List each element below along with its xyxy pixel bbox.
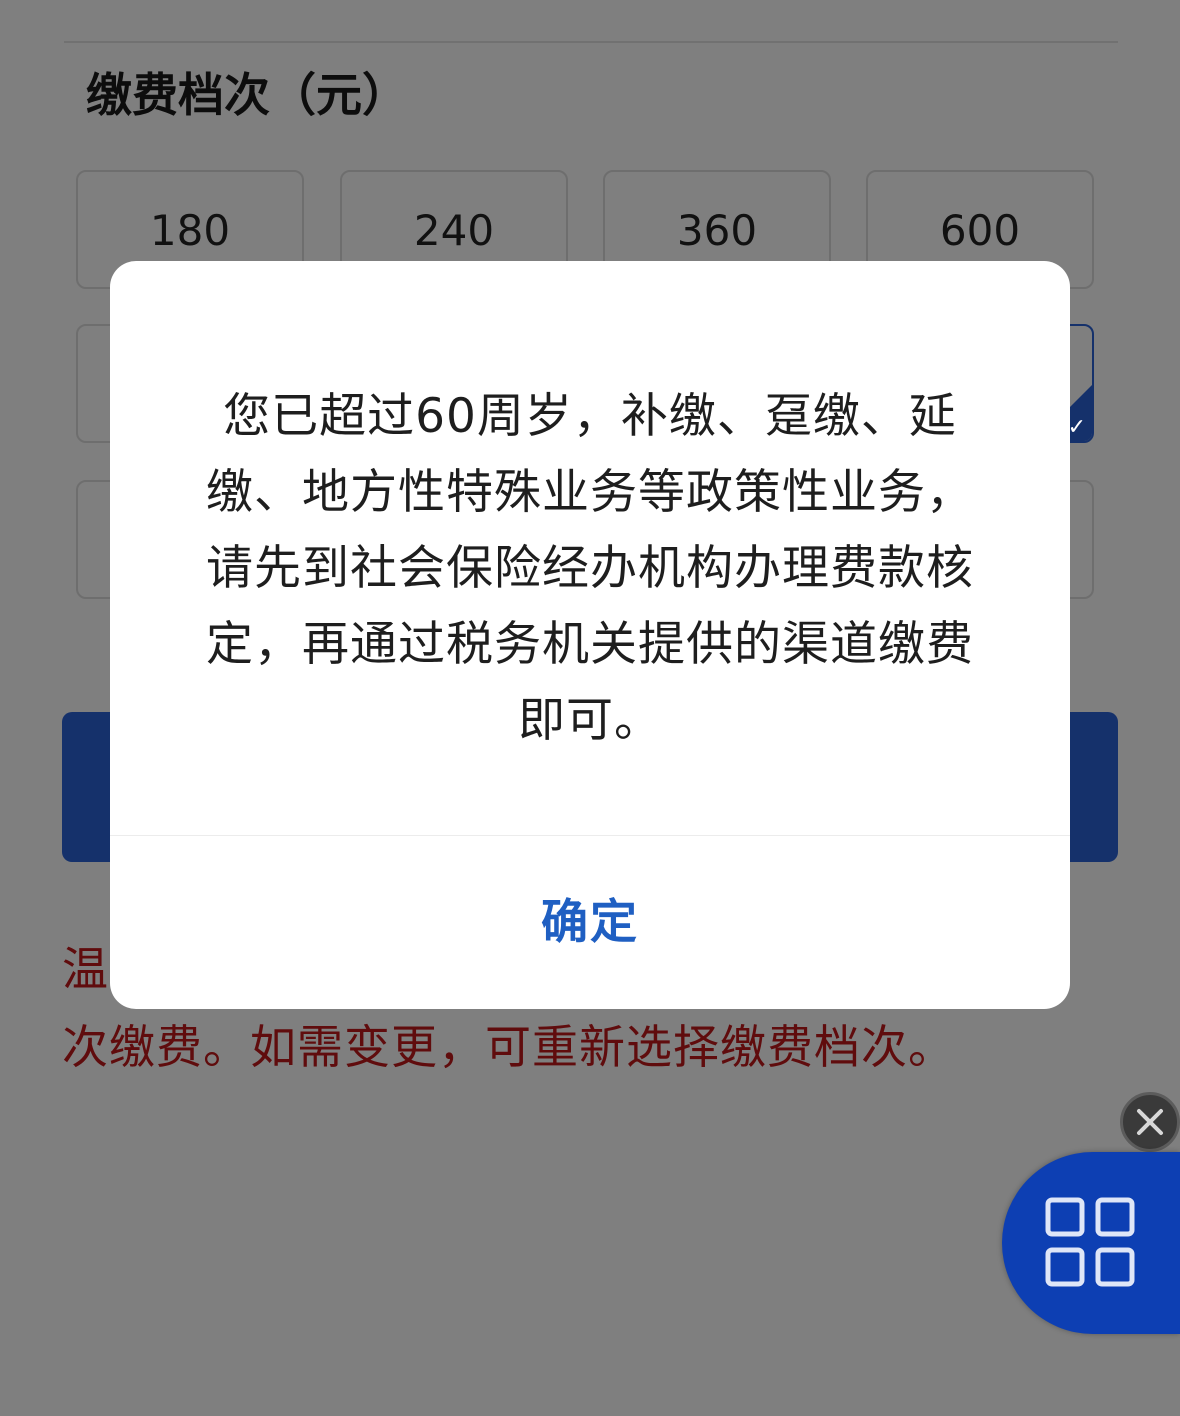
confirm-button[interactable]: 确定 [110,836,1070,1009]
check-icon: ✓ [1067,415,1086,440]
dialog-message: 您已超过60周岁，补缴、趸缴、延缴、地方性特殊业务等政策性业务，请先到社会保险经… [206,389,974,748]
grid-menu-icon [1045,1197,1135,1287]
close-icon[interactable] [1120,1092,1180,1152]
alert-dialog: 您已超过60周岁，补缴、趸缴、延缴、地方性特殊业务等政策性业务，请先到社会保险经… [110,261,1070,1009]
grid-menu-button[interactable] [1002,1152,1180,1334]
